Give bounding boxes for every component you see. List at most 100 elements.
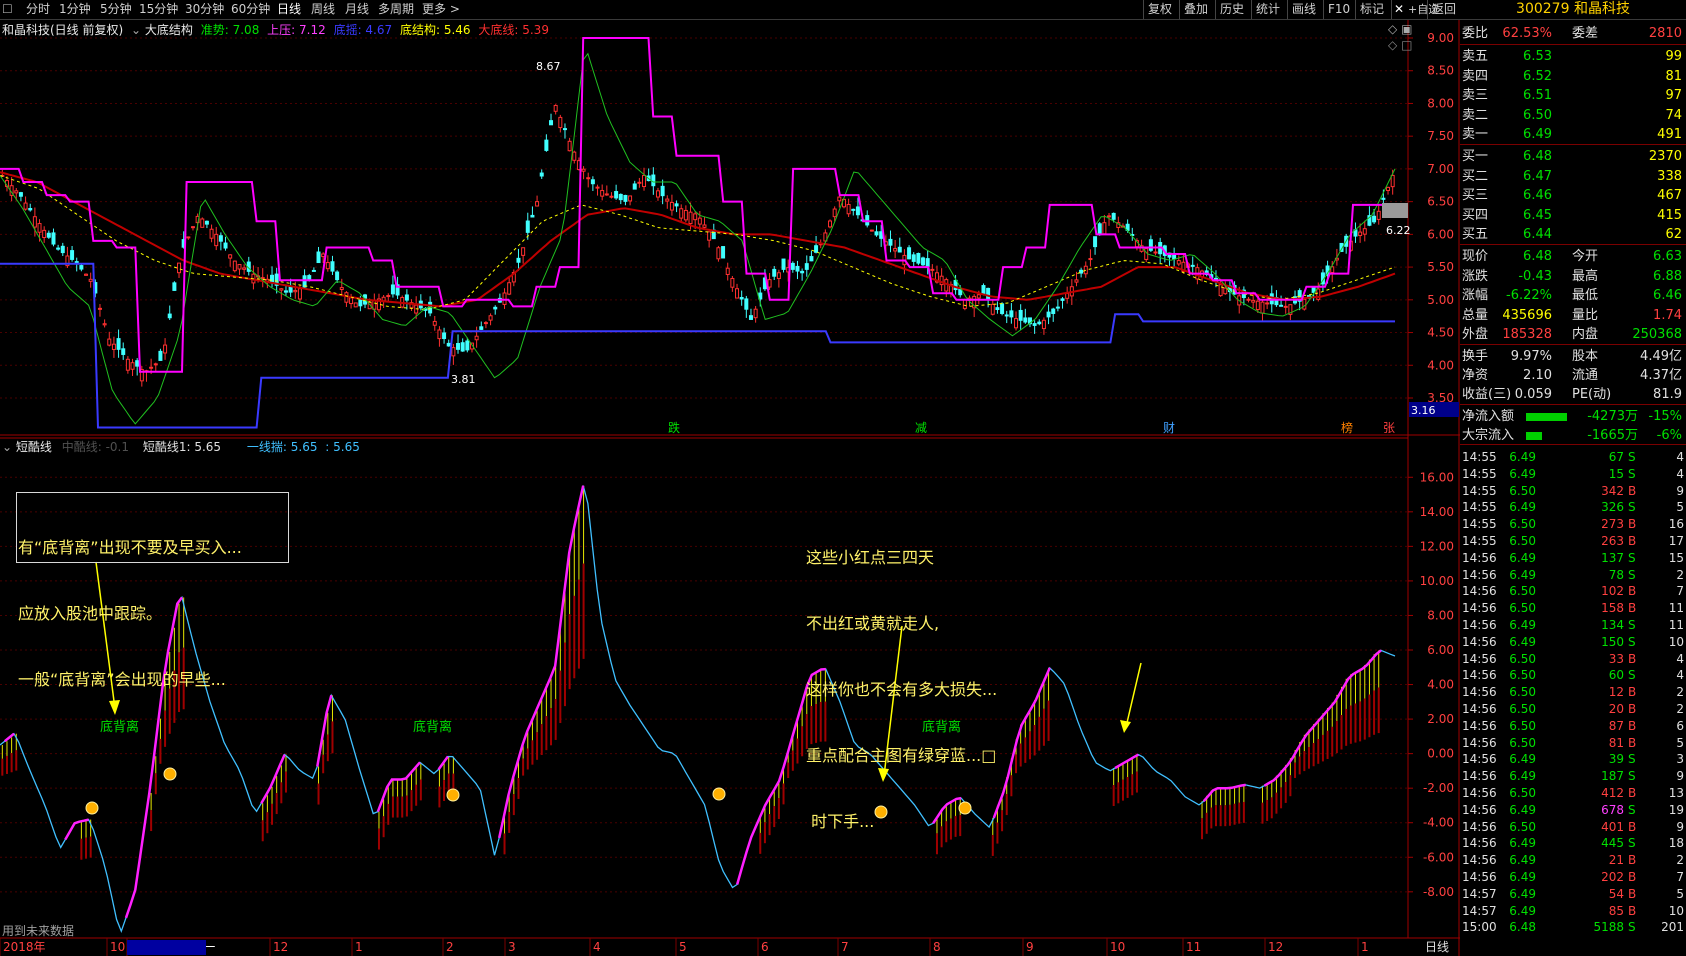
diamond-icon[interactable]: ◇ — [1388, 22, 1397, 36]
event-marker[interactable]: 榜 — [1341, 420, 1353, 435]
tick-side: S — [1628, 466, 1636, 481]
stat-row: 现价 6.48 今开 6.63 — [1460, 247, 1686, 266]
bid-label: 买二 — [1462, 168, 1489, 184]
window-icon[interactable]: □ — [1401, 38, 1412, 52]
candle — [283, 290, 288, 293]
candle — [642, 174, 647, 188]
tick-time: 14:57 — [1462, 903, 1497, 918]
tick-volume: 85 — [1608, 903, 1624, 918]
tick-side: B — [1628, 702, 1637, 716]
event-marker[interactable]: 财 — [1163, 421, 1175, 435]
tick-count: 2 — [1676, 853, 1684, 868]
bid-volume: 467 — [1657, 188, 1682, 203]
tick-row: 14:55 6.49 15 S 4 — [1460, 465, 1686, 483]
weicha-value: 2810 — [1648, 26, 1682, 41]
tick-time: 14:57 — [1462, 886, 1497, 901]
candle — [432, 320, 437, 326]
candle — [32, 216, 37, 228]
candle — [976, 294, 981, 299]
annotation-line: 不出红或黄就走人, — [806, 614, 940, 633]
candle — [1014, 318, 1019, 329]
candle — [204, 220, 209, 225]
flow-value: -1665万 — [1587, 428, 1638, 443]
x-tick-label: 1 — [355, 940, 363, 954]
candle — [260, 277, 265, 280]
y-tick-label: 12.00 — [1420, 539, 1454, 553]
candle — [697, 217, 702, 225]
candle — [535, 201, 540, 207]
candle — [1000, 303, 1005, 314]
y-tick-label: 14.00 — [1420, 505, 1454, 519]
sub-chart-title[interactable]: 短酷线 — [16, 440, 52, 454]
tick-row: 15:00 6.48 5188 S 201 — [1460, 918, 1686, 936]
bid-row: 买二 6.47 338 — [1460, 167, 1686, 186]
x-axis-cursor-date — [127, 940, 206, 955]
ask-price: 6.52 — [1523, 68, 1552, 84]
candle — [809, 256, 814, 262]
candle — [316, 251, 321, 264]
param-dadixian: 大底线: 5.39 — [478, 23, 549, 37]
bid-volume: 338 — [1657, 168, 1682, 184]
tick-side: B — [1628, 517, 1637, 532]
candle — [167, 313, 172, 319]
weicha-label: 委差 — [1572, 26, 1599, 41]
window-icon[interactable]: ▣ — [1401, 22, 1412, 36]
tick-time: 14:56 — [1462, 853, 1497, 868]
quote-header: 委比 62.53% 委差 2810 — [1460, 24, 1686, 43]
collapse-icon[interactable]: ⌄ — [131, 23, 141, 37]
diamond-icon[interactable]: ◇ — [1388, 38, 1397, 52]
tick-side: S — [1628, 920, 1636, 935]
event-marker[interactable]: 张 — [1383, 421, 1395, 435]
quote-text: 量比 — [1572, 307, 1599, 323]
candle — [869, 229, 874, 232]
candle — [776, 272, 781, 280]
candle — [739, 297, 744, 300]
candle — [111, 343, 116, 350]
quote-text: -0.43 — [1518, 268, 1552, 284]
bid-label: 买三 — [1462, 188, 1489, 203]
tick-price: 6.49 — [1509, 618, 1536, 632]
tick-row: 14:56 6.49 150 S 10 — [1460, 633, 1686, 651]
ask-label: 卖一 — [1462, 127, 1489, 142]
sub-chart-header: ⌄ 短酷线 中酷线: -0.1 短酷线1: 5.65 一线揣: 5.65 : 5… — [2, 438, 360, 455]
param-colon: : 5.65 — [325, 440, 360, 454]
candle — [507, 282, 512, 295]
chart-area[interactable]: 9.00 8.50 8.00 7.50 7.00 6.50 6.00 5.50 5.00 4.50… — [0, 0, 1460, 956]
tick-count: 11 — [1668, 618, 1684, 632]
tick-price: 6.50 — [1509, 651, 1536, 666]
candle — [42, 229, 47, 239]
candle — [97, 307, 102, 310]
ask-price: 6.49 — [1523, 127, 1552, 142]
indicator-name[interactable]: 大底结构 — [145, 23, 193, 37]
bid-price: 6.45 — [1523, 207, 1552, 223]
candle — [553, 104, 558, 112]
flow-pct: -15% — [1648, 409, 1682, 424]
quote-text: 1.74 — [1653, 307, 1682, 323]
tick-volume: 20 — [1608, 702, 1624, 716]
divider — [1460, 404, 1686, 405]
tick-row: 14:56 6.50 60 S 4 — [1460, 666, 1686, 684]
tick-volume: 263 — [1601, 534, 1624, 548]
param-shangya: 上压: 7.12 — [267, 23, 326, 37]
tick-price: 6.49 — [1509, 802, 1536, 817]
tick-time: 14:55 — [1462, 450, 1497, 464]
tick-side: B — [1628, 651, 1637, 666]
candle — [130, 362, 135, 370]
tick-price: 6.49 — [1509, 450, 1536, 464]
collapse-icon[interactable]: ⌄ — [2, 440, 12, 454]
param-yixian: 一线揣: 5.65 — [246, 440, 318, 454]
candle — [530, 214, 535, 218]
bid-price: 6.47 — [1523, 168, 1552, 184]
event-marker[interactable]: 跌 — [668, 420, 680, 435]
candle — [70, 250, 75, 260]
candle — [1265, 302, 1270, 305]
candle — [669, 201, 674, 211]
event-marker[interactable]: 减 — [915, 421, 927, 435]
tick-count: 17 — [1668, 534, 1684, 548]
main-chart-header: 和晶科技(日线 前复权) ⌄ 大底结构 准势: 7.08 上压: 7.12 底摇… — [2, 21, 549, 38]
candle — [874, 231, 879, 236]
candle — [270, 274, 275, 283]
quote-text: 换手 — [1462, 349, 1489, 364]
candle — [832, 208, 837, 218]
candle — [1302, 298, 1307, 310]
